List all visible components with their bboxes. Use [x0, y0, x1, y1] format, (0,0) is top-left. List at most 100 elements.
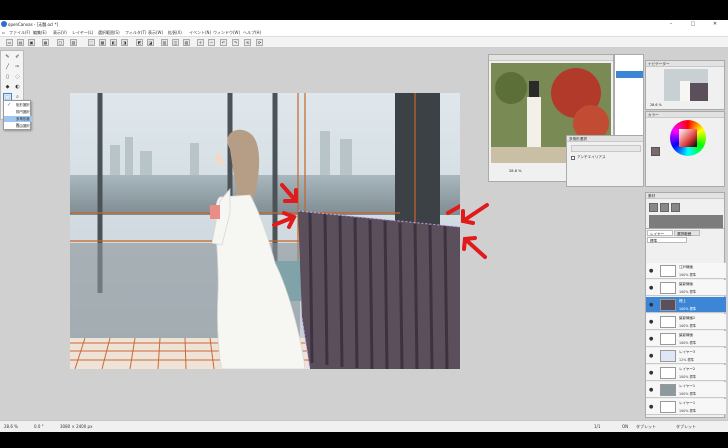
save-icon[interactable]: ▣: [28, 39, 35, 46]
layer-row[interactable]: ● 江戸線画 100% 標準: [646, 263, 726, 279]
menu-file[interactable]: ファイル(F): [9, 30, 30, 36]
eye-icon[interactable]: ●: [649, 353, 653, 359]
layer-row[interactable]: ● 髪影線画 100% 標準: [646, 331, 726, 347]
menu-help[interactable]: ヘルプ(H): [243, 30, 261, 36]
pen-tool-icon[interactable]: ✎: [3, 53, 12, 61]
eye-icon[interactable]: ●: [649, 336, 653, 342]
rotate-icon[interactable]: ◩: [136, 39, 143, 46]
deselect-icon[interactable]: ▩: [99, 39, 106, 46]
layer-thumbnail: [660, 299, 676, 311]
pencil-tool-icon[interactable]: ╱: [3, 63, 12, 71]
copy-icon[interactable]: ▢: [57, 39, 64, 46]
layer-opacity: 100% 標準: [679, 273, 697, 277]
blur-tool-icon[interactable]: ◌: [13, 73, 22, 81]
status-zoom: 28.6 %: [4, 424, 18, 429]
layer-icon[interactable]: ▥: [161, 39, 168, 46]
print-icon[interactable]: ▦: [42, 39, 49, 46]
palette-swatch-blue[interactable]: [616, 71, 643, 78]
blend-icon[interactable]: ◫: [172, 39, 179, 46]
layer-row[interactable]: ● レイヤー3 12% 標準: [646, 348, 726, 364]
eye-icon[interactable]: ●: [649, 285, 653, 291]
menu-layer[interactable]: レイヤー(L): [72, 30, 93, 36]
layer-opacity: 100% 標準: [679, 290, 697, 294]
fill-tool-icon[interactable]: ◆: [3, 83, 12, 91]
layer-row-selected[interactable]: ● 柵上 100% 標準: [646, 297, 726, 313]
foreground-color-swatch[interactable]: [651, 147, 660, 156]
paste-icon[interactable]: ▧: [70, 39, 77, 46]
status-flag: ON: [622, 424, 629, 429]
menu-item-free-select[interactable]: 自由選択: [4, 123, 32, 129]
redo-icon[interactable]: ↷: [232, 39, 239, 46]
menu-selection[interactable]: 選択範囲(S): [98, 30, 120, 36]
menu-window[interactable]: ウィンドウ(W): [213, 30, 240, 36]
app-window: openCanvas - [无題.ocl *] – □ ✕ ▫ ファイル(F) …: [0, 20, 728, 432]
layer-name: レイヤー3: [679, 350, 696, 354]
layer-thumbnail: [660, 384, 676, 396]
material-slot[interactable]: [671, 203, 680, 212]
material-slot[interactable]: [649, 203, 658, 212]
crop-icon[interactable]: ◨: [121, 39, 128, 46]
gradient-tool-icon[interactable]: ◐: [13, 83, 22, 91]
lock-icon[interactable]: ▨: [183, 39, 190, 46]
tool-option-title: 多角形選択: [567, 136, 643, 142]
eraser-tool-icon[interactable]: ▯: [3, 73, 12, 81]
zoom-out-icon[interactable]: －: [208, 39, 215, 46]
layer-opacity: 100% 標準: [679, 341, 697, 345]
layer-thumbnail: [660, 367, 676, 379]
layer-row[interactable]: ● 髪影線画 100% 標準: [646, 280, 726, 296]
brush-tool-icon[interactable]: ✐: [13, 53, 22, 61]
navigator-zoom: 28.6 %: [650, 103, 662, 107]
navigator-thumbnail[interactable]: [664, 69, 708, 101]
drawing-canvas[interactable]: [70, 93, 460, 369]
select-icon[interactable]: ⬚: [88, 39, 95, 46]
layer-row[interactable]: ● 髪影線画2 100% 標準: [646, 314, 726, 330]
menu-item-ellipse-select[interactable]: 楕円選択: [4, 109, 32, 115]
layer-thumbnail: [660, 316, 676, 328]
undo-icon[interactable]: ↶: [220, 39, 227, 46]
menu-filter[interactable]: フィルタ(T): [125, 30, 146, 36]
flip-icon[interactable]: ◪: [147, 39, 154, 46]
maximize-button[interactable]: □: [685, 21, 701, 28]
layer-opacity: 100% 標準: [679, 409, 697, 413]
layer-thumbnail: [660, 333, 676, 345]
color-saturation-square[interactable]: [679, 129, 697, 147]
status-angle: 0.0 °: [34, 424, 44, 429]
layer-name: 髪影線画: [679, 282, 693, 286]
menu-view[interactable]: 表示(V): [53, 30, 67, 36]
eye-icon[interactable]: ●: [649, 370, 653, 376]
menu-display[interactable]: 表示(W): [148, 30, 163, 36]
layer-name: 髪影線画2: [679, 316, 696, 320]
antialias-checkbox[interactable]: [571, 156, 575, 160]
blend-mode-select[interactable]: 標準: [647, 237, 687, 243]
layer-row[interactable]: ● レイヤー1 100% 標準: [646, 399, 726, 415]
status-tablet-mode: タブレット: [636, 424, 656, 429]
window-title: openCanvas - [无題.ocl *]: [8, 22, 59, 27]
menu-edit[interactable]: 編集(E): [33, 30, 47, 36]
reference-zoom-readout: 28.6 %: [509, 169, 522, 173]
new-icon[interactable]: ▭: [6, 39, 13, 46]
eye-icon[interactable]: ●: [649, 387, 653, 393]
close-button[interactable]: ✕: [707, 21, 723, 28]
app-icon: [1, 21, 7, 27]
open-icon[interactable]: ▤: [17, 39, 24, 46]
layer-row[interactable]: ● レイヤー2 100% 標準: [646, 365, 726, 381]
layer-tab-layers[interactable]: レイヤー: [647, 230, 673, 236]
material-slot[interactable]: [660, 203, 669, 212]
eye-icon[interactable]: ●: [649, 302, 653, 308]
menu-event[interactable]: イベント(N): [189, 30, 211, 36]
eye-icon[interactable]: ●: [649, 319, 653, 325]
layer-tab-selection[interactable]: 選択範囲: [674, 230, 700, 236]
menu-extend[interactable]: 拡張(X): [168, 30, 182, 36]
menu-item-polygon-select[interactable]: 多角形選択: [4, 116, 32, 127]
eye-icon[interactable]: ●: [649, 404, 653, 410]
airbrush-tool-icon[interactable]: ✑: [13, 63, 22, 71]
fit-icon[interactable]: ⟲: [244, 39, 251, 46]
invert-icon[interactable]: ◧: [110, 39, 117, 46]
navigator-title: ナビゲーター: [646, 61, 724, 67]
reset-view-icon[interactable]: ⟳: [256, 39, 263, 46]
layer-row[interactable]: ● レイヤー1 100% 標準: [646, 382, 726, 398]
tool-option-panel: 多角形選択 アンチエイリアス: [566, 135, 644, 187]
minimize-button[interactable]: –: [663, 21, 679, 28]
eye-icon[interactable]: ●: [649, 268, 653, 274]
zoom-in-icon[interactable]: ＋: [197, 39, 204, 46]
